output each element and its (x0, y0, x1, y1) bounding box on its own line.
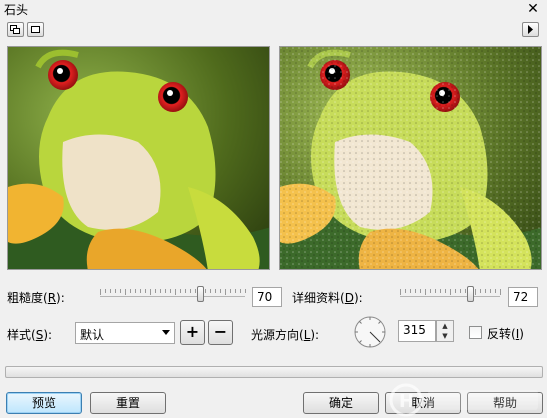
window-title: 石头 (4, 3, 29, 17)
slider-tick (450, 289, 451, 295)
single-preview-button[interactable] (27, 22, 44, 37)
slider-thumb[interactable] (467, 286, 474, 302)
light-direction-dial[interactable] (352, 314, 388, 350)
slider-tick (225, 289, 226, 295)
original-preview[interactable] (7, 46, 270, 270)
play-button[interactable] (522, 22, 539, 37)
play-arrow-icon (528, 25, 533, 34)
dual-preview-button[interactable] (7, 22, 24, 37)
light-direction-spinner[interactable]: ▲ ▼ (436, 320, 454, 342)
slider-tick (235, 289, 236, 293)
slider-tick (205, 289, 206, 293)
slider-tick (445, 289, 446, 293)
slider-tick (135, 289, 136, 293)
slider-tick (105, 289, 106, 293)
slider-tick (220, 289, 221, 293)
slider-tick (495, 289, 496, 293)
slider-tick (465, 289, 466, 293)
light-direction-label: 光源方向(L): (251, 328, 320, 342)
slider-tick (150, 289, 151, 295)
add-style-button[interactable]: + (180, 320, 205, 345)
slider-tick (440, 289, 441, 293)
roughness-value-field[interactable]: 70 (252, 287, 282, 307)
slider-tick (475, 289, 476, 295)
slider-tick (165, 289, 166, 293)
slider-tick (490, 289, 491, 293)
slider-tick (410, 289, 411, 293)
slider-tick (420, 289, 421, 293)
slider-tick (485, 289, 486, 293)
slider-tick (210, 289, 211, 293)
preview-button[interactable]: 预览 (6, 392, 82, 414)
slider-tick (415, 289, 416, 293)
watermark-logo: H (386, 380, 546, 418)
slider-tick (195, 289, 196, 293)
detail-label: 详细资料(D): (292, 291, 363, 305)
slider-tick (110, 289, 111, 293)
slider-tick (175, 289, 176, 295)
slider-tick (455, 289, 456, 293)
dual-preview-icon (10, 25, 20, 34)
close-icon[interactable]: ✕ (523, 0, 543, 18)
detail-value-field[interactable]: 72 (508, 287, 538, 307)
slider-tick (460, 289, 461, 293)
remove-style-button[interactable]: − (208, 320, 233, 345)
invert-checkbox[interactable] (469, 326, 482, 339)
slider-tick (500, 289, 501, 295)
progress-bar (5, 366, 543, 378)
slider-tick (100, 289, 101, 295)
slider-track (400, 296, 500, 297)
single-preview-icon (31, 26, 40, 33)
slider-tick (155, 289, 156, 293)
invert-label: 反转(I) (487, 327, 524, 341)
reset-button[interactable]: 重置 (90, 392, 166, 414)
slider-tick (430, 289, 431, 293)
slider-track (100, 296, 245, 297)
light-direction-field[interactable]: 315 (398, 320, 436, 342)
slider-tick (170, 289, 171, 293)
slider-tick (435, 289, 436, 293)
slider-tick (185, 289, 186, 293)
style-dropdown[interactable]: 默认 (75, 322, 175, 344)
slider-tick (120, 289, 121, 293)
style-label: 样式(S): (7, 328, 53, 342)
ok-button[interactable]: 确定 (303, 392, 379, 414)
slider-tick (115, 289, 116, 293)
slider-tick (160, 289, 161, 293)
slider-tick (400, 289, 401, 295)
style-selected-value: 默认 (80, 328, 105, 342)
roughness-label: 粗糙度(R): (7, 291, 65, 305)
result-preview[interactable] (279, 46, 542, 270)
roughness-slider[interactable] (100, 285, 246, 305)
slider-tick (480, 289, 481, 293)
slider-thumb[interactable] (197, 286, 204, 302)
title-bar: 石头 ✕ (0, 0, 547, 18)
slider-tick (180, 289, 181, 293)
slider-tick (240, 289, 241, 293)
slider-tick (140, 289, 141, 293)
slider-tick (125, 289, 126, 295)
frog-original-image (8, 47, 269, 269)
slider-tick (190, 289, 191, 293)
slider-tick (405, 289, 406, 293)
svg-text:H: H (399, 391, 414, 412)
slider-tick (230, 289, 231, 293)
dial-icon (354, 316, 386, 348)
slider-tick (145, 289, 146, 293)
slider-tick (215, 289, 216, 293)
detail-slider[interactable] (400, 285, 501, 305)
chevron-down-icon (162, 330, 170, 335)
spin-down-icon[interactable]: ▼ (437, 331, 453, 341)
frog-stone-effect-image (280, 47, 541, 269)
slider-tick (245, 289, 246, 293)
slider-tick (425, 289, 426, 295)
slider-tick (130, 289, 131, 293)
spin-up-icon[interactable]: ▲ (437, 321, 453, 331)
